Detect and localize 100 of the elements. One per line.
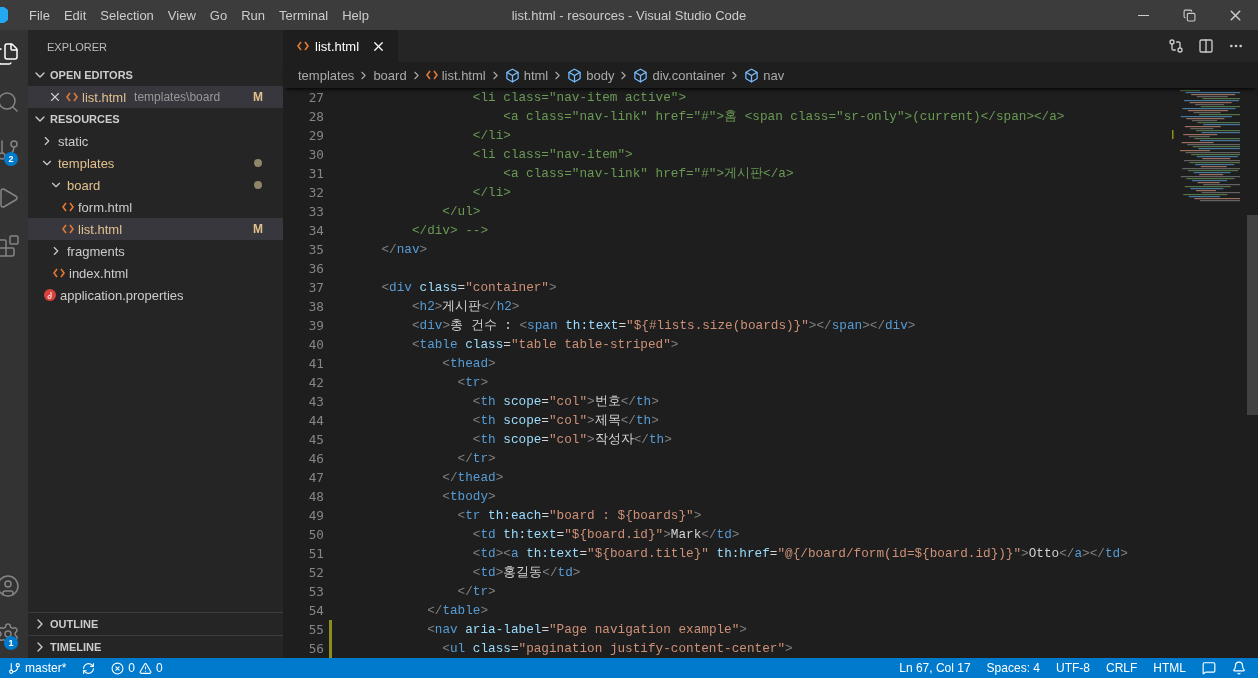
status-item[interactable]: Spaces: 4 [978,661,1048,675]
breadcrumb-item[interactable]: templates [298,67,355,83]
breadcrumb-item[interactable]: list.html [425,67,486,83]
line-number: 50 [307,526,325,544]
code-icon [62,224,74,234]
line-number: 56 [283,639,351,658]
line-number: 53 [307,583,325,601]
window-title: list.html - resources - Visual Studio Code [511,7,747,23]
code-line: <li class="nav-item"> [471,146,633,164]
menu-item[interactable]: Go [202,7,235,23]
compare-icon[interactable] [1168,38,1184,54]
line-number: 41 [307,355,325,373]
cube-icon [567,67,583,83]
breadcrumb-item[interactable]: board [373,67,407,83]
menu-item[interactable]: Help [335,7,376,23]
status-item[interactable]: CRLF [1098,661,1146,675]
line-number: 49 [307,507,325,525]
explorer-entry[interactable]: list.html M [28,218,283,240]
split-editor-icon[interactable] [1198,38,1214,54]
scrollbar-thumb[interactable] [1247,215,1258,415]
code-line: <td>홍길동</td> [471,564,581,582]
restore-icon [1182,8,1196,22]
code-line: <tr th:each="board : ${boards}"> [456,507,702,525]
breadcrumb-item[interactable]: body [567,67,615,83]
code-line: <tbody> [441,488,496,506]
branch-icon [8,661,21,675]
line-number: 39 [307,317,325,335]
folder-item[interactable]: static [28,130,283,152]
line-number: 44 [307,412,325,430]
modified-dot [254,181,262,189]
line-number: 45 [307,431,325,449]
code-line: <a class="nav-link" href="#">게시판</a> [502,165,794,183]
line-number: 40 [307,336,325,354]
code-line: <tr> [456,374,489,392]
menu-item[interactable]: Selection [93,7,161,23]
breadcrumb-item[interactable]: nav [744,67,785,83]
line-number: 29 [307,127,325,145]
code-line: <div class="container"> [380,279,557,297]
code-line: </ul> [441,203,481,221]
cube-icon [504,67,520,83]
line-number: 27 [307,89,325,107]
status-item[interactable]: UTF-8 [1048,661,1098,675]
code-line: </tr> [456,450,496,468]
menu-item[interactable]: View [160,7,203,23]
line-number: 33 [307,203,325,221]
explorer-entry[interactable]: index.html [28,262,283,284]
code-line: <thead> [441,355,496,373]
error-icon [111,661,125,675]
code-line: </thead> [441,469,504,487]
code-line: </table> [426,602,489,620]
section-header[interactable]: RESOURCES [28,108,283,130]
cube-icon [633,67,649,83]
menu-item[interactable]: Terminal [272,7,336,23]
line-number: 55 [283,620,351,639]
explorer-entry[interactable]: form.html [28,196,283,218]
line-number: 36 [307,260,325,278]
line-number: 38 [307,298,325,316]
status-item[interactable]: HTML [1145,661,1194,675]
folder-item[interactable]: board [28,174,283,196]
line-number: 46 [307,450,325,468]
code-line: <table class="table table-striped"> [410,336,679,354]
editor-tab[interactable]: list.html [283,30,398,62]
menu-item[interactable]: Edit [56,7,94,23]
line-number: 54 [307,602,325,620]
code-line: <th scope="col">작성자</th> [471,431,672,449]
section-header[interactable]: OUTLINE [28,612,283,635]
section-header[interactable]: OPEN EDITORS [28,64,283,86]
cube-icon [744,67,760,83]
breadcrumb-item[interactable]: html [504,67,549,83]
error-dot-icon [44,289,56,301]
code-line: <th scope="col">번호</th> [471,393,659,411]
code-line: <a class="nav-link" href="#">홈 <span class="sr-only">(current)</span></a> [502,108,1065,126]
code-line: <li class="nav-item active"> [471,89,686,107]
line-number: 37 [307,279,325,297]
menu-item[interactable]: Run [234,7,272,23]
sidebar-title: EXPLORER [46,40,108,55]
code-line: <th scope="col">제목</th> [471,412,659,430]
folder-item[interactable]: templates [28,152,283,174]
line-number: 30 [307,146,325,164]
line-number: 28 [307,108,325,126]
code-line: <h2>게시판</h2> [410,298,520,316]
code-line: </li> [471,184,511,202]
menu-item[interactable]: File [22,7,57,23]
code-icon [297,41,309,51]
explorer-entry[interactable]: application.properties [28,284,283,306]
code-line: </tr> [456,583,496,601]
branch-status[interactable]: master* [0,661,75,675]
breadcrumb-item[interactable]: div.container [633,67,726,83]
line-number: 31 [307,165,325,183]
line-number: 52 [307,564,325,582]
code-line: </li> [471,127,511,145]
code-icon [425,70,438,80]
status-item[interactable]: Ln 67, Col 17 [891,661,979,675]
line-number: 42 [307,374,325,392]
warning-icon [139,661,153,675]
close-icon[interactable] [48,90,62,104]
problems-status[interactable]: 0 0 [103,661,171,675]
folder-item[interactable]: fragments [28,240,283,262]
open-editor-item[interactable]: list.html templates\board M [28,86,283,108]
code-line: <td th:text="${board.id}">Mark</td> [471,526,740,544]
